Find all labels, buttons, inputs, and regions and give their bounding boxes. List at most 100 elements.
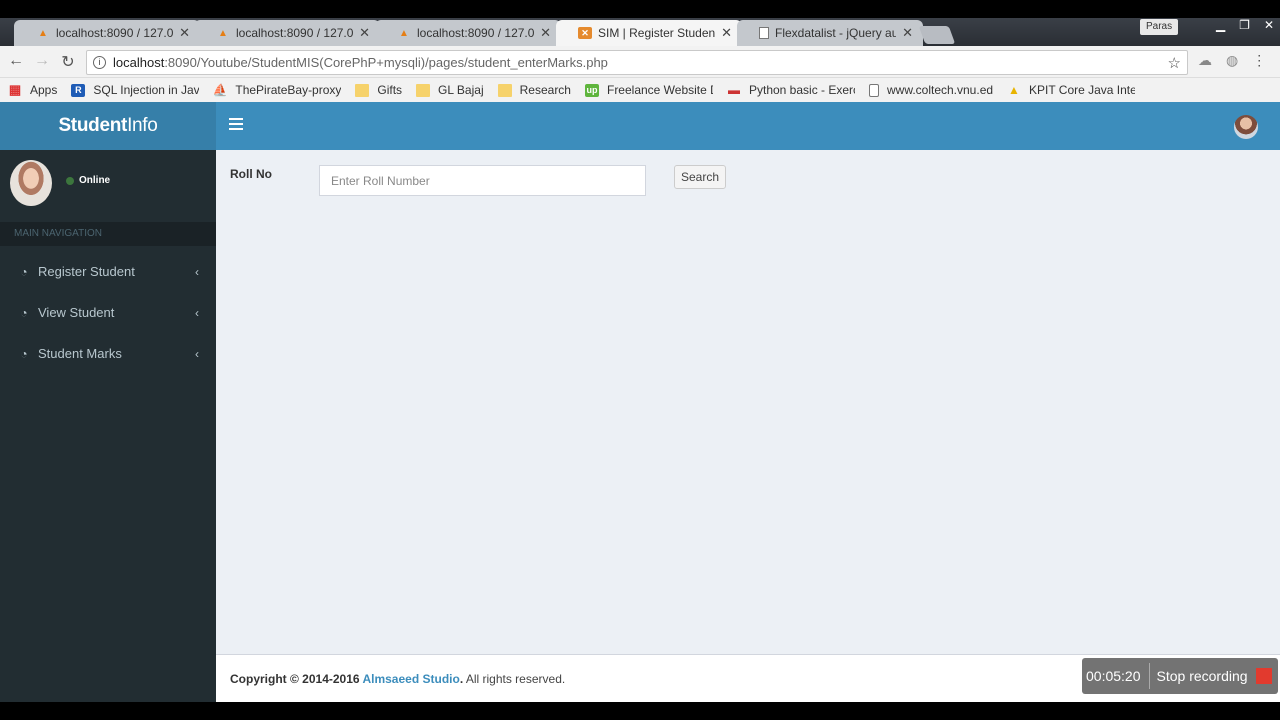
sidebar-item-label: Student Marks xyxy=(38,346,122,361)
rights-text: All rights reserved. xyxy=(463,672,566,686)
sidebar-item-register-student[interactable]: ◔ Register Student ‹ xyxy=(0,251,216,292)
user-status: Online xyxy=(66,175,110,186)
back-arrow-icon[interactable]: ← xyxy=(6,52,26,70)
app-header: StudentInfo xyxy=(0,102,1280,150)
bookmark-label: Apps xyxy=(30,83,58,97)
brand-logo[interactable]: StudentInfo xyxy=(0,102,216,150)
tab-strip: ▲ localhost:8090 / 127.0.0. ✕ ▲ localhos… xyxy=(0,18,1280,46)
bookmark-folder[interactable]: GL Bajaj xyxy=(416,83,484,97)
bottom-bar xyxy=(0,702,1280,720)
python-icon: ▬ xyxy=(727,83,740,97)
pirate-ship-icon: ⛵ xyxy=(212,83,228,97)
r-icon: R xyxy=(71,83,86,97)
phpmyadmin-icon: ▲ xyxy=(38,27,48,39)
bookmark-label: SQL Injection in Java xyxy=(93,83,200,97)
kpit-icon: ▲ xyxy=(1008,83,1020,97)
url-text: localhost:8090/Youtube/StudentMIS(CorePh… xyxy=(113,55,608,70)
bookmark-label: Python basic - Exercis xyxy=(748,83,855,97)
user-avatar[interactable] xyxy=(1234,115,1258,139)
brand-bold: Student xyxy=(58,115,128,136)
window-controls: ▁ ❐ ✕ xyxy=(1216,18,1274,32)
close-icon[interactable]: ✕ xyxy=(179,25,190,41)
dashboard-icon: ◔ xyxy=(20,264,28,279)
bookmark-star-icon[interactable]: ☆ xyxy=(1168,54,1181,72)
bookmark-label: www.coltech.vnu.edu xyxy=(886,83,993,97)
nav-header: MAIN NAVIGATION xyxy=(0,222,216,246)
bookmark-label: Research xyxy=(519,83,571,97)
tab-title: localhost:8090 / 127.0.0. xyxy=(236,26,354,40)
sidebar-toggle-icon[interactable] xyxy=(229,118,243,132)
sidebar-item-view-student[interactable]: ◔ View Student ‹ xyxy=(0,292,216,333)
roll-number-input[interactable] xyxy=(319,165,646,196)
search-button[interactable]: Search xyxy=(674,165,726,189)
browser-tab[interactable]: ▲ localhost:8090 / 127.0.0. ✕ xyxy=(194,20,380,46)
bookmark-label: GL Bajaj xyxy=(438,83,484,97)
url-path: :8090/Youtube/StudentMIS(CorePhP+mysqli)… xyxy=(164,55,608,70)
online-dot-icon xyxy=(66,176,74,185)
tab-title: localhost:8090 / 127.0.0. xyxy=(56,26,174,40)
close-icon[interactable]: ✕ xyxy=(721,25,732,41)
folder-icon xyxy=(355,83,370,97)
sidebar: Online MAIN NAVIGATION ◔ Register Studen… xyxy=(0,150,216,702)
new-tab-button[interactable] xyxy=(918,26,956,44)
user-photo xyxy=(10,160,52,206)
folder-icon xyxy=(416,83,431,97)
extension-icons: ☁ ◍ ⋮ xyxy=(1198,52,1266,69)
folder-icon xyxy=(497,83,512,97)
dashboard-icon: ◔ xyxy=(20,305,28,320)
maximize-icon[interactable]: ❐ xyxy=(1239,18,1250,32)
bookmark-apps[interactable]: ▦ Apps xyxy=(8,82,58,97)
stop-recording-button[interactable]: Stop recording xyxy=(1150,668,1248,684)
status-text: Online xyxy=(79,175,111,186)
bookmark-item[interactable]: ⛵ ThePirateBay-proxylis xyxy=(213,83,341,97)
bookmark-item[interactable]: R SQL Injection in Java xyxy=(71,83,199,97)
browser-tab[interactable]: ▲ localhost:8090 / 127.0.0. ✕ xyxy=(375,20,561,46)
bookmark-label: Freelance Website De xyxy=(606,83,713,97)
tab-title: localhost:8090 / 127.0.0. xyxy=(417,26,535,40)
copyright-text: Copyright © 2014-2016 xyxy=(230,672,363,686)
chevron-left-icon: ‹ xyxy=(195,305,199,320)
bookmark-item[interactable]: ▬ Python basic - Exercis xyxy=(727,83,855,97)
bookmark-label: ThePirateBay-proxylis xyxy=(235,83,342,97)
sidebar-item-student-marks[interactable]: ◔ Student Marks ‹ xyxy=(0,333,216,374)
company-link[interactable]: Almsaeed Studio xyxy=(362,672,459,686)
forward-arrow-icon[interactable]: → xyxy=(32,52,52,70)
close-icon[interactable]: ✕ xyxy=(902,25,913,41)
profile-button[interactable]: Paras xyxy=(1140,19,1179,35)
url-host: localhost xyxy=(113,55,165,70)
upwork-icon: up xyxy=(584,83,599,97)
info-icon[interactable]: i xyxy=(93,56,106,69)
browser-tab[interactable]: Flexdatalist - jQuery auto ✕ xyxy=(737,20,923,46)
recording-timer: 00:05:20 xyxy=(1082,663,1150,689)
bookmark-folder[interactable]: Gifts xyxy=(355,83,402,97)
extension-globe-icon[interactable]: ◍ xyxy=(1226,52,1238,69)
phpmyadmin-icon: ▲ xyxy=(218,27,228,39)
bookmark-item[interactable]: www.coltech.vnu.edu xyxy=(868,83,993,97)
roll-no-label: Roll No xyxy=(230,167,272,181)
close-icon[interactable]: ✕ xyxy=(359,25,370,41)
browser-tab[interactable]: ▲ localhost:8090 / 127.0.0. ✕ xyxy=(14,20,200,46)
bookmarks-bar: ▦ Apps R SQL Injection in Java ⛵ ThePirateB… xyxy=(0,78,1280,102)
stop-square-icon[interactable] xyxy=(1256,668,1272,684)
bookmark-item[interactable]: up Freelance Website De xyxy=(584,83,713,97)
sidebar-item-label: Register Student xyxy=(38,264,135,279)
phpmyadmin-icon: ▲ xyxy=(399,27,409,39)
main-content: Roll No Search xyxy=(216,150,1280,654)
bookmark-item[interactable]: ▲ KPIT Core Java Interv xyxy=(1007,83,1135,97)
close-icon[interactable]: ✕ xyxy=(540,25,551,41)
address-bar[interactable]: i localhost:8090/Youtube/StudentMIS(Core… xyxy=(86,50,1188,75)
minimize-icon[interactable]: ▁ xyxy=(1216,18,1225,32)
sidebar-item-label: View Student xyxy=(38,305,115,320)
bookmark-folder[interactable]: Research xyxy=(497,83,571,97)
drive-icon[interactable]: ☁ xyxy=(1198,52,1212,69)
top-bar xyxy=(0,0,1280,18)
reload-icon[interactable]: ↻ xyxy=(58,52,78,72)
chevron-left-icon: ‹ xyxy=(195,346,199,361)
bookmark-label: Gifts xyxy=(377,83,403,97)
menu-dots-icon[interactable]: ⋮ xyxy=(1252,52,1266,69)
close-window-icon[interactable]: ✕ xyxy=(1264,18,1274,32)
sim-icon: ✕ xyxy=(578,27,592,39)
browser-tab-active[interactable]: ✕ SIM | Register Student ✕ xyxy=(556,20,742,46)
apps-grid-icon: ▦ xyxy=(8,82,22,97)
bookmark-label: KPIT Core Java Interv xyxy=(1028,83,1135,97)
